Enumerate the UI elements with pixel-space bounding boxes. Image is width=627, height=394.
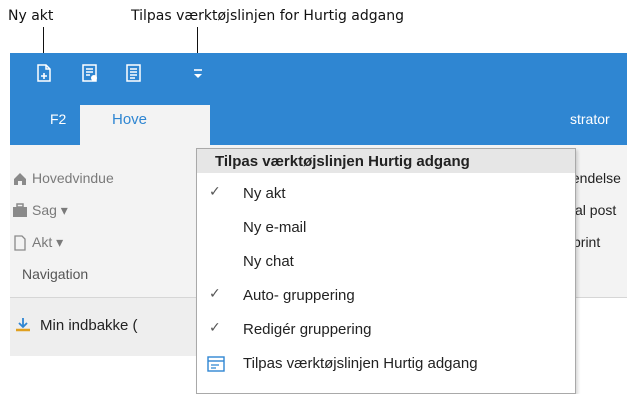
list-icon[interactable] <box>124 63 144 83</box>
ribbon-item-right-3[interactable]: print <box>573 234 600 250</box>
menu-item-label: Ny e-mail <box>243 219 307 236</box>
check-icon: ✓ <box>209 286 221 302</box>
home-icon <box>14 173 26 185</box>
menu-item-label: Tilpas værktøjslinjen Hurtig adgang <box>243 355 478 372</box>
menu-item-auto-grouping[interactable]: ✓ Auto- gruppering <box>197 279 575 313</box>
customize-dropdown-icon[interactable] <box>188 63 208 83</box>
annotation-customize-toolbar: Tilpas værktøjslinjen for Hurtig adgang <box>131 8 404 24</box>
check-icon: ✓ <box>209 184 221 200</box>
customize-toolbar-icon <box>207 356 225 372</box>
menu-item-label: Auto- gruppering <box>243 287 355 304</box>
tab-home-label: Hove <box>112 111 148 128</box>
tab-f2[interactable]: F2 <box>50 111 66 127</box>
menu-item-label: Ny chat <box>243 253 294 270</box>
form-icon[interactable] <box>80 63 100 83</box>
menu-item-new-chat[interactable]: Ny chat <box>197 245 575 279</box>
menu-item-label: Ny akt <box>243 185 286 202</box>
download-icon <box>16 318 30 332</box>
ribbon-item-main-window[interactable]: Hovedvindue <box>32 170 114 186</box>
menu-header: Tilpas værktøjslinjen Hurtig adgang <box>197 149 575 173</box>
annotation-leader-line <box>43 27 44 54</box>
menu-item-new-email[interactable]: Ny e-mail <box>197 211 575 245</box>
case-icon <box>13 203 27 217</box>
customize-quick-access-menu: Tilpas værktøjslinjen Hurtig adgang ✓ Ny… <box>196 148 576 394</box>
annotation-leader-line <box>197 27 198 54</box>
annotation-new-doc: Ny akt <box>8 8 54 24</box>
menu-item-edit-grouping[interactable]: ✓ Redigér gruppering <box>197 313 575 347</box>
new-document-icon[interactable] <box>34 63 54 83</box>
ribbon-item-document[interactable]: Akt ▾ <box>32 234 63 251</box>
menu-title: Tilpas værktøjslinjen Hurtig adgang <box>215 153 470 170</box>
tab-administrator[interactable]: strator <box>570 111 610 127</box>
check-icon: ✓ <box>209 320 221 336</box>
ribbon-item-case[interactable]: Sag ▾ <box>32 202 68 219</box>
ribbon-item-right-2[interactable]: al post <box>575 202 616 218</box>
ribbon-tabs: F2 Hove strator <box>10 93 627 145</box>
menu-item-label: Redigér gruppering <box>243 321 372 338</box>
document-icon <box>14 235 26 251</box>
menu-item-new-document[interactable]: ✓ Ny akt <box>197 177 575 211</box>
ribbon-group-label: Navigation <box>22 266 89 282</box>
application-window: F2 Hove strator Hovedvindue Sag ▾ Akt ▾ … <box>10 53 627 394</box>
quick-access-toolbar <box>10 53 627 93</box>
inbox-label[interactable]: Min indbakke ( <box>40 317 138 334</box>
menu-item-customize-toolbar[interactable]: Tilpas værktøjslinjen Hurtig adgang <box>197 347 575 381</box>
tab-home[interactable]: Hove <box>80 105 210 145</box>
